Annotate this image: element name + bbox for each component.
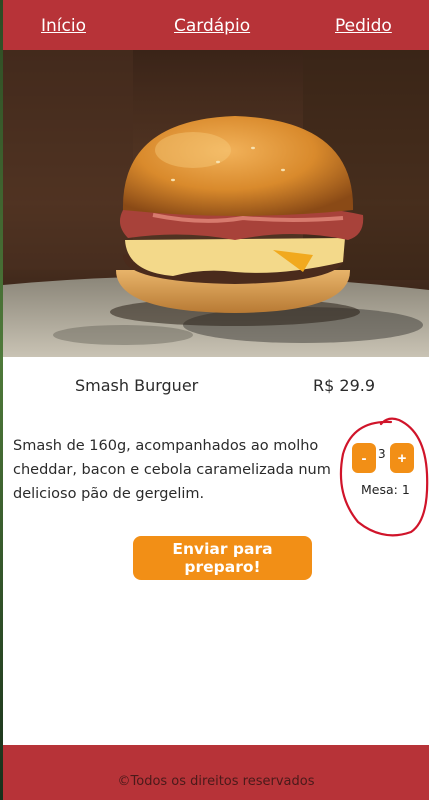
quantity-value: 3 — [378, 447, 386, 461]
page: Início Cardápio Pedido Smash Burguer R$ … — [3, 0, 429, 800]
top-navbar: Início Cardápio Pedido — [3, 0, 429, 50]
product-name: Smash Burguer — [75, 376, 199, 395]
increase-quantity-button[interactable]: + — [390, 443, 414, 473]
decrease-quantity-button[interactable]: - — [352, 443, 376, 473]
nav-link-pedido[interactable]: Pedido — [335, 16, 392, 36]
product-image — [3, 50, 429, 357]
copyright-text: ©Todos os direitos reservados — [117, 774, 315, 789]
nav-link-inicio[interactable]: Início — [41, 16, 86, 36]
product-price: R$ 29.9 — [313, 376, 376, 395]
send-to-kitchen-button[interactable]: Enviar para preparo! — [133, 536, 312, 580]
nav-link-cardapio[interactable]: Cardápio — [174, 16, 250, 36]
burger-photo-icon — [3, 50, 429, 357]
table-number-label: Mesa: 1 — [361, 482, 410, 497]
annotation-circle-icon — [339, 417, 429, 537]
product-description: Smash de 160g, acompanhados ao molho che… — [13, 438, 331, 502]
footer: ©Todos os direitos reservados — [3, 745, 429, 800]
